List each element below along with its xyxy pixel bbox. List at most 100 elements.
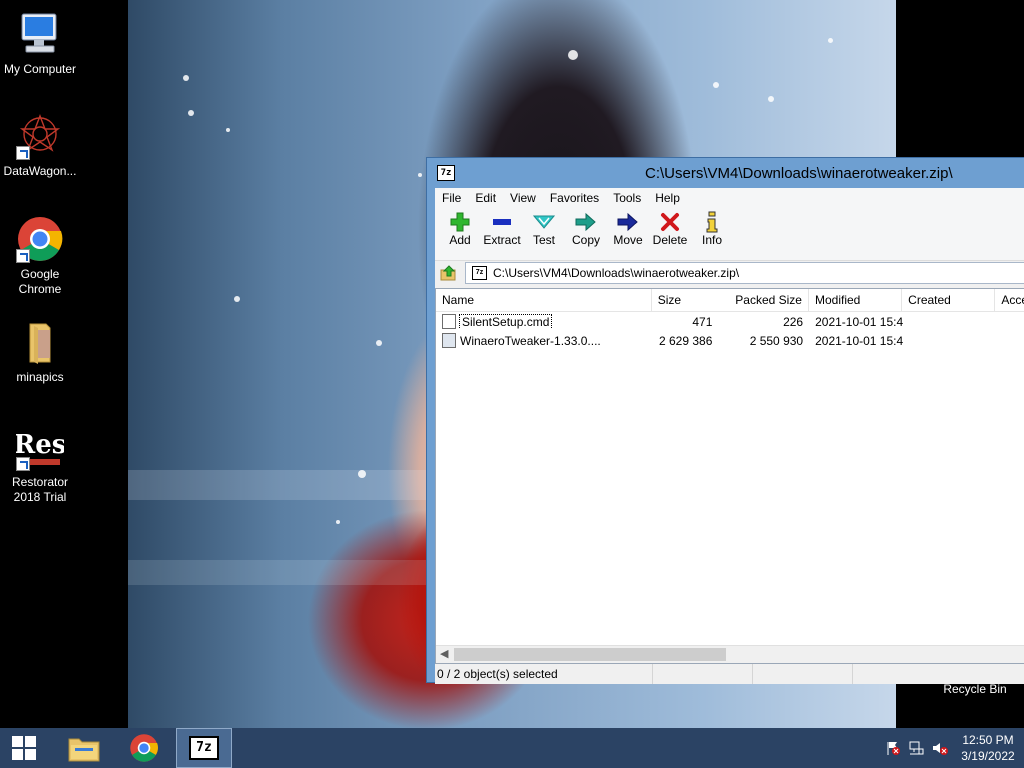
action-center-flag-icon[interactable] xyxy=(882,740,904,756)
column-modified[interactable]: Modified xyxy=(809,289,903,311)
menu-favorites[interactable]: Favorites xyxy=(543,191,606,205)
windows-logo-icon xyxy=(12,736,36,760)
move-button[interactable]: Move xyxy=(607,208,649,247)
desktop-icon-recycle-bin[interactable]: Recycle Bin xyxy=(930,682,1020,696)
file-list[interactable]: Name Size Packed Size Modified Created A… xyxy=(435,288,1024,664)
list-header: Name Size Packed Size Modified Created A… xyxy=(436,289,1024,312)
list-item[interactable]: SilentSetup.cmd 471 226 2021-10-01 15:43 xyxy=(436,312,1024,331)
extract-label: Extract xyxy=(483,233,521,247)
check-icon xyxy=(523,211,565,233)
file-packed-size: 2 550 930 xyxy=(749,333,804,348)
desktop-icon-datawagon[interactable]: DataWagon... xyxy=(0,112,80,179)
desktop-icon-label: My Computer xyxy=(3,62,77,76)
start-button[interactable] xyxy=(0,728,48,768)
arrow-right-icon xyxy=(607,211,649,233)
status-pane xyxy=(753,664,853,684)
extract-button[interactable]: Extract xyxy=(481,208,523,247)
svg-text:Res: Res xyxy=(16,430,64,460)
desktop-icon-label: Google Chrome xyxy=(18,267,62,296)
desktop-icon-restorator[interactable]: Res Restorator 2018 Trial xyxy=(0,423,80,505)
folder-up-icon xyxy=(440,265,456,281)
desktop-icon-minapics[interactable]: minapics xyxy=(0,318,80,385)
shortcut-arrow-icon xyxy=(16,249,30,263)
go-up-button[interactable] xyxy=(439,263,459,283)
chrome-icon xyxy=(16,215,64,263)
taskbar: 7z 12:50 PM 3/19/2022 xyxy=(0,728,1024,768)
address-field[interactable]: 7z C:\Users\VM4\Downloads\winaerotweaker… xyxy=(465,262,1024,284)
zip-archive-icon: 7z xyxy=(472,266,487,280)
column-created[interactable]: Created xyxy=(902,289,996,311)
sevenzip-icon: 7z xyxy=(189,736,219,760)
menu-tools[interactable]: Tools xyxy=(606,191,648,205)
clock[interactable]: 12:50 PM 3/19/2022 xyxy=(952,732,1024,764)
horizontal-scrollbar[interactable]: ◀ xyxy=(436,645,1024,663)
address-bar: 7z C:\Users\VM4\Downloads\winaerotweaker… xyxy=(435,260,1024,285)
test-button[interactable]: Test xyxy=(523,208,565,247)
restorator-icon: Res xyxy=(14,423,66,471)
datawagon-icon xyxy=(16,112,64,160)
copy-button[interactable]: Copy xyxy=(565,208,607,247)
column-packed-size[interactable]: Packed Size xyxy=(682,289,809,311)
desktop-icon-my-computer[interactable]: My Computer xyxy=(0,10,80,77)
scroll-left-icon[interactable]: ◀ xyxy=(440,647,448,660)
menu-view[interactable]: View xyxy=(503,191,543,205)
window-client: File Edit View Favorites Tools Help Add … xyxy=(435,188,1024,684)
volume-muted-icon[interactable] xyxy=(928,740,952,756)
x-icon xyxy=(649,211,691,233)
menu-edit[interactable]: Edit xyxy=(468,191,503,205)
network-icon[interactable] xyxy=(904,740,928,756)
shortcut-arrow-icon xyxy=(16,457,30,471)
column-name[interactable]: Name xyxy=(436,289,652,311)
taskbar-chrome[interactable] xyxy=(116,728,172,768)
desktop-icon-label: DataWagon... xyxy=(3,164,77,178)
exe-file-icon xyxy=(442,333,456,348)
info-label: Info xyxy=(701,233,722,247)
cmd-file-icon xyxy=(442,314,456,329)
column-size[interactable]: Size xyxy=(652,289,682,311)
status-pane xyxy=(653,664,753,684)
window-titlebar[interactable]: 7z C:\Users\VM4\Downloads\winaerotweaker… xyxy=(427,158,1024,188)
file-name: WinaeroTweaker-1.33.0.... xyxy=(460,333,601,348)
menu-file[interactable]: File xyxy=(435,191,468,205)
desktop-icon-label: minapics xyxy=(16,370,64,384)
file-modified: 2021-10-01 15:43 xyxy=(815,333,903,348)
desktop-icon-google-chrome[interactable]: Google Chrome xyxy=(0,215,80,297)
folder-icon xyxy=(16,318,64,366)
file-name: SilentSetup.cmd xyxy=(458,314,553,329)
address-path: C:\Users\VM4\Downloads\winaerotweaker.zi… xyxy=(493,266,740,280)
double-arrow-icon xyxy=(565,211,607,233)
status-text: 0 / 2 object(s) selected xyxy=(435,664,653,684)
toolbar: Add Extract Test Copy Move Delete Info xyxy=(435,208,1024,260)
clock-time: 12:50 PM xyxy=(962,733,1014,747)
delete-button[interactable]: Delete xyxy=(649,208,691,247)
sevenzip-window[interactable]: 7z C:\Users\VM4\Downloads\winaerotweaker… xyxy=(426,157,1024,684)
file-modified: 2021-10-01 15:43 xyxy=(815,314,903,329)
window-title: C:\Users\VM4\Downloads\winaerotweaker.zi… xyxy=(645,165,953,182)
file-size: 2 629 386 xyxy=(658,333,713,348)
column-accessed[interactable]: Acce xyxy=(995,289,1024,311)
taskbar-file-explorer[interactable] xyxy=(56,728,112,768)
copy-label: Copy xyxy=(571,233,600,247)
shortcut-arrow-icon xyxy=(16,146,30,160)
sevenzip-app-icon[interactable]: 7z xyxy=(437,165,455,181)
file-packed-size: 226 xyxy=(783,314,804,329)
add-button[interactable]: Add xyxy=(439,208,481,247)
computer-icon xyxy=(16,10,64,58)
chrome-icon xyxy=(130,734,158,762)
status-bar: 0 / 2 object(s) selected xyxy=(435,664,1024,684)
taskbar-7zip[interactable]: 7z xyxy=(176,728,232,768)
move-label: Move xyxy=(613,233,643,247)
menubar: File Edit View Favorites Tools Help xyxy=(435,188,1024,208)
scrollbar-thumb[interactable] xyxy=(454,648,726,661)
status-pane xyxy=(853,664,1023,684)
menu-help[interactable]: Help xyxy=(648,191,687,205)
info-button[interactable]: Info xyxy=(691,208,733,247)
plus-icon xyxy=(439,211,481,233)
system-tray: 12:50 PM 3/19/2022 xyxy=(882,728,1024,768)
file-size: 471 xyxy=(692,314,713,329)
delete-label: Delete xyxy=(652,233,688,247)
list-item[interactable]: WinaeroTweaker-1.33.0.... 2 629 386 2 55… xyxy=(436,331,1024,350)
folder-icon xyxy=(68,738,100,762)
test-label: Test xyxy=(532,233,555,247)
info-icon xyxy=(691,211,733,233)
